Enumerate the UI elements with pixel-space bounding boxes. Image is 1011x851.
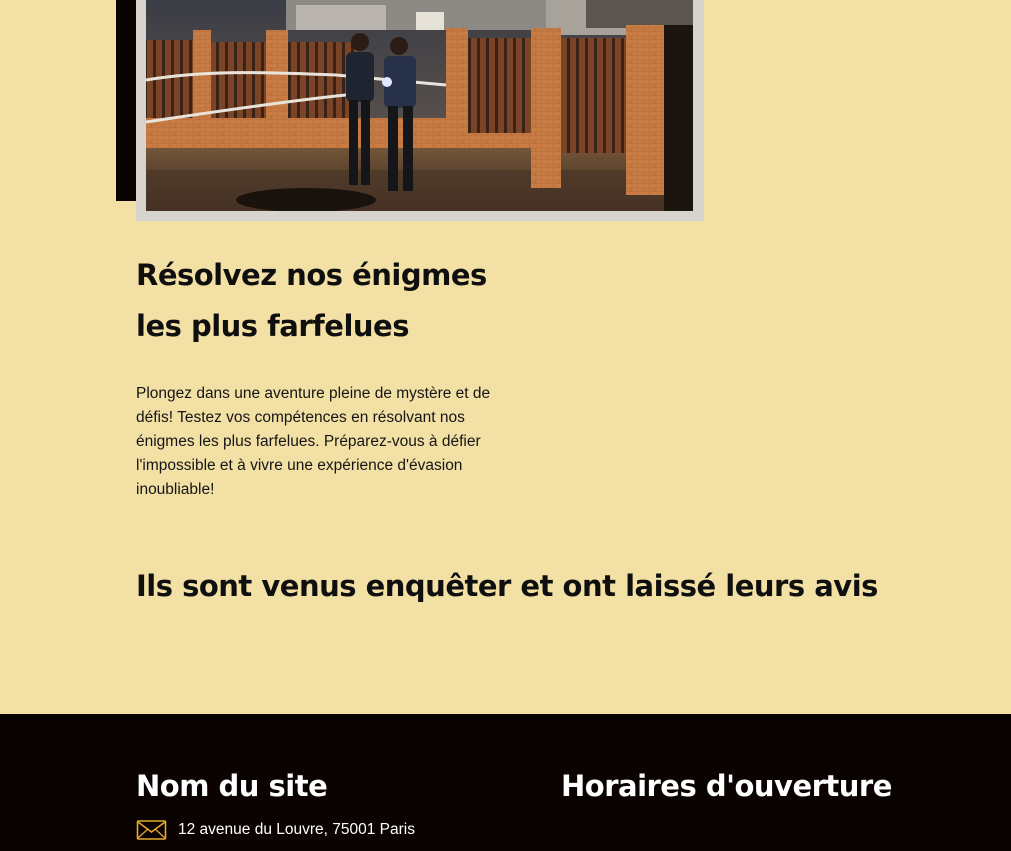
footer-site-name: Nom du site <box>136 769 328 803</box>
footer-address-text: 12 avenue du Louvre, 75001 Paris <box>178 821 415 838</box>
feature-description: Plongez dans une aventure pleine de myst… <box>136 385 491 498</box>
hero-image-frame <box>136 0 704 221</box>
mail-icon <box>136 820 167 840</box>
site-footer: Nom du site Horaires d'ouverture 12 aven… <box>0 714 1011 851</box>
phone-icon <box>136 847 167 851</box>
footer-hours-title: Horaires d'ouverture <box>561 769 892 803</box>
reviews-title: Ils sont venus enquêter et ont laissé le… <box>136 569 878 603</box>
decorative-black-bar <box>116 0 136 201</box>
hero-image <box>146 0 693 211</box>
feature-title: Résolvez nos énigmes les plus farfelues <box>136 258 487 343</box>
footer-address: 12 avenue du Louvre, 75001 Paris <box>136 818 415 842</box>
